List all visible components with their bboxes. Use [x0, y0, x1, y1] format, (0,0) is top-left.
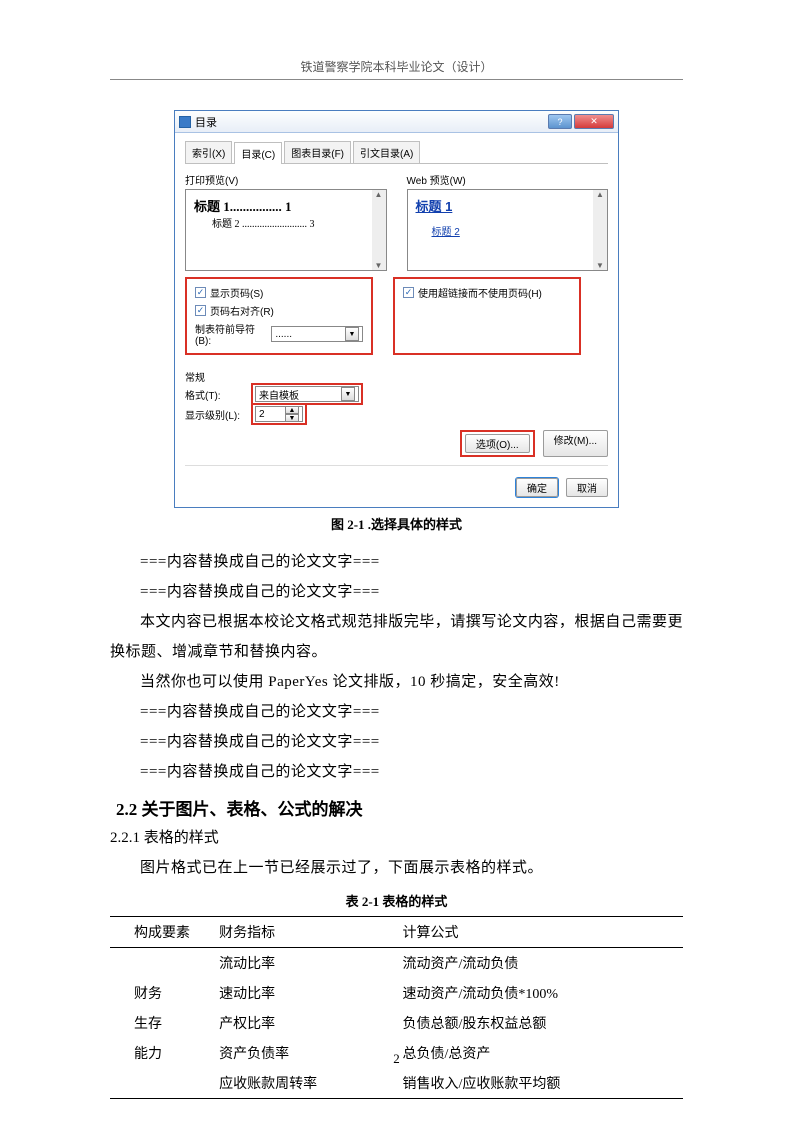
dialog-titlebar: 目录 ? ✕ — [175, 111, 618, 133]
print-preview-label: 打印预览(V) — [185, 172, 387, 187]
help-button[interactable]: ? — [548, 114, 572, 129]
table-header: 财务指标 — [213, 917, 396, 948]
table-cell: 负债总额/股东权益总额 — [396, 1008, 683, 1038]
pagecode-options-highlight: ✓显示页码(S) ✓页码右对齐(R) 制表符前导符(B): ...... ▼ — [185, 277, 373, 355]
dialog-tabs: 索引(X) 目录(C) 图表目录(F) 引文目录(A) — [185, 141, 608, 164]
modify-button[interactable]: 修改(M)... — [543, 430, 608, 457]
chevron-down-icon: ▼ — [341, 387, 355, 401]
body-text: ===内容替换成自己的论文文字=== — [110, 547, 683, 577]
format-highlight: 来自模板 ▼ — [251, 383, 363, 405]
dialog-screenshot: 目录 ? ✕ 索引(X) 目录(C) 图表目录(F) 引文目录(A) 打印预览(… — [174, 110, 619, 508]
page-header: 铁道警察学院本科毕业论文（设计） — [0, 0, 793, 79]
dialog-icon — [179, 116, 191, 128]
body-text: 本文内容已根据本校论文格式规范排版完毕，请撰写论文内容，根据自己需要更换标题、增… — [110, 607, 683, 667]
table-cell: 速动资产/流动负债*100% — [396, 978, 683, 1008]
table-cell: 销售收入/应收账款平均额 — [396, 1068, 683, 1099]
ok-button[interactable]: 确定 — [516, 478, 558, 497]
tab-index[interactable]: 索引(X) — [185, 141, 232, 163]
table-cell: 流动资产/流动负债 — [396, 948, 683, 979]
scrollbar[interactable]: ▲▼ — [593, 190, 607, 270]
table-cell: 生存 — [110, 1008, 213, 1038]
format-label: 格式(T): — [185, 387, 245, 402]
tab-figures[interactable]: 图表目录(F) — [284, 141, 351, 163]
body-text: ===内容替换成自己的论文文字=== — [110, 727, 683, 757]
scrollbar[interactable]: ▲▼ — [372, 190, 386, 270]
options-button-highlight: 选项(O)... — [460, 430, 535, 457]
table-header: 构成要素 — [110, 917, 213, 948]
level-label: 显示级别(L): — [185, 407, 245, 422]
table-cell: 产权比率 — [213, 1008, 396, 1038]
table-cell: 流动比率 — [213, 948, 396, 979]
tab-leader-select[interactable]: ...... ▼ — [271, 326, 363, 342]
figure-caption: 图 2-1 .选择具体的样式 — [110, 514, 683, 533]
format-select[interactable]: 来自模板 ▼ — [255, 386, 359, 402]
general-label: 常规 — [185, 369, 608, 384]
hyperlink-option-highlight: ✓使用超链接而不使用页码(H) — [393, 277, 581, 355]
tab-toc[interactable]: 目录(C) — [234, 142, 282, 164]
body-text: ===内容替换成自己的论文文字=== — [110, 697, 683, 727]
print-preview-panel: 标题 1................ 1 标题 2 ............… — [185, 189, 387, 271]
cancel-button[interactable]: 取消 — [566, 478, 608, 497]
table-header: 计算公式 — [396, 917, 683, 948]
checkbox-show-pagenum[interactable]: ✓ — [195, 287, 206, 298]
table-cell — [110, 948, 213, 979]
table-cell: 应收账款周转率 — [213, 1068, 396, 1099]
heading-2: 2.2 关于图片、表格、公式的解决 — [116, 795, 683, 820]
chevron-down-icon: ▼ — [345, 327, 359, 341]
options-button[interactable]: 选项(O)... — [465, 434, 530, 453]
window-buttons: ? ✕ — [546, 114, 614, 129]
page-number: 2 — [0, 1051, 793, 1067]
body-text: 图片格式已在上一节已经展示过了，下面展示表格的样式。 — [110, 853, 683, 883]
table-cell: 速动比率 — [213, 978, 396, 1008]
checkbox-use-hyperlinks[interactable]: ✓ — [403, 287, 414, 298]
sample-table: 构成要素 财务指标 计算公式 流动比率 流动资产/流动负债 财务 速动比率 速动… — [110, 916, 683, 1099]
table-caption: 表 2-1 表格的样式 — [110, 891, 683, 910]
table-cell — [110, 1068, 213, 1099]
dialog-title: 目录 — [195, 114, 217, 130]
level-highlight: 2 ▲ ▼ — [251, 403, 307, 425]
body-text: 当然你也可以使用 PaperYes 论文排版，10 秒搞定，安全高效! — [110, 667, 683, 697]
level-spinner[interactable]: 2 ▲ ▼ — [255, 406, 303, 422]
spinner-up-icon[interactable]: ▲ — [285, 406, 299, 414]
table-cell: 财务 — [110, 978, 213, 1008]
close-button[interactable]: ✕ — [574, 114, 614, 129]
web-preview-label: Web 预览(W) — [407, 172, 609, 187]
body-text: ===内容替换成自己的论文文字=== — [110, 757, 683, 787]
web-preview-panel: 标题 1 标题 2 ▲▼ — [407, 189, 609, 271]
body-text: ===内容替换成自己的论文文字=== — [110, 577, 683, 607]
heading-3: 2.2.1 表格的样式 — [110, 826, 683, 847]
tab-leader-label: 制表符前导符(B): — [195, 321, 267, 347]
checkbox-right-align[interactable]: ✓ — [195, 305, 206, 316]
spinner-down-icon[interactable]: ▼ — [285, 414, 299, 422]
tab-citations[interactable]: 引文目录(A) — [353, 141, 420, 163]
